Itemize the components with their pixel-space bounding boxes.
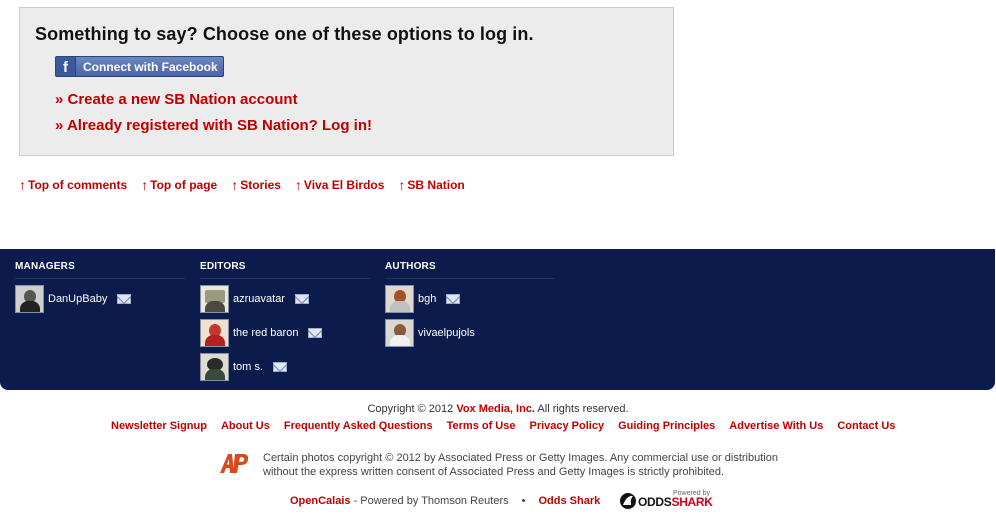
avatar[interactable] [200,353,229,381]
copyright-line: Copyright © 2012 Vox Media, Inc. All rig… [0,403,996,415]
member-row: vivaelpujols [385,319,555,347]
separator-bullet: • [521,495,526,507]
odds-shark-fin-icon [620,493,636,509]
vox-media-link[interactable]: Vox Media, Inc. [456,403,535,415]
link-label: Stories [240,178,281,192]
jump-links: ↑ Top of comments ↑ Top of page ↑ Stories ↑… [19,177,479,193]
editors-column: EDITORS azruavatar the red baron tom s. [200,261,370,381]
top-of-page-link[interactable]: ↑ Top of page [141,177,217,193]
associated-press-logo-icon [220,454,249,473]
faq-link[interactable]: Frequently Asked Questions [284,420,433,432]
authors-heading: AUTHORS [385,261,555,279]
masthead-panel: MANAGERS DanUpBaby EDITORS azruavatar th… [0,249,995,390]
facebook-button-label: Connect with Facebook [83,59,218,74]
link-label: Top of page [150,178,218,192]
email-icon[interactable] [117,294,132,304]
odds-shark-logo[interactable]: ODDSSHARK [638,495,713,509]
advertise-link[interactable]: Advertise With Us [729,420,823,432]
managers-column: MANAGERS DanUpBaby [15,261,185,313]
member-row: tom s. [200,353,370,381]
authors-column: AUTHORS bgh vivaelpujols [385,261,555,347]
managers-heading: MANAGERS [15,261,185,279]
email-icon[interactable] [308,328,323,338]
avatar[interactable] [385,285,414,313]
facebook-icon: f [56,57,76,76]
footer-links: Newsletter Signup About Us Frequently As… [111,420,909,432]
member-name[interactable]: DanUpBaby [48,293,107,305]
guiding-principles-link[interactable]: Guiding Principles [618,420,715,432]
up-arrow-icon: ↑ [141,177,149,193]
avatar[interactable] [200,319,229,347]
newsletter-signup-link[interactable]: Newsletter Signup [111,420,207,432]
photo-copyright-notice: Certain photos copyright © 2012 by Assoc… [263,451,778,479]
stories-link[interactable]: ↑ Stories [231,177,281,193]
email-icon[interactable] [294,294,309,304]
odds-shark-logo-shark: SHARK [671,495,713,509]
member-row: DanUpBaby [15,285,185,313]
member-name[interactable]: the red baron [233,327,298,339]
login-prompt-heading: Something to say? Choose one of these op… [35,24,534,44]
copyright-prefix: Copyright © 2012 [367,403,454,415]
login-options-box: Something to say? Choose one of these op… [19,7,674,156]
member-name[interactable]: azruavatar [233,293,285,305]
up-arrow-icon: ↑ [294,177,302,193]
member-row: azruavatar [200,285,370,313]
powered-by-line: OpenCalais - Powered by Thomson Reuters … [290,495,600,507]
member-row: the red baron [200,319,370,347]
photo-copyright-line-2: without the express written consent of A… [263,466,724,478]
member-name[interactable]: bgh [418,293,436,305]
connect-with-facebook-button[interactable]: f Connect with Facebook [55,56,224,77]
terms-of-use-link[interactable]: Terms of Use [447,420,516,432]
link-label: SB Nation [407,178,465,192]
link-label: Top of comments [28,178,128,192]
sb-nation-link[interactable]: ↑ SB Nation [398,177,464,193]
up-arrow-icon: ↑ [231,177,239,193]
contact-us-link[interactable]: Contact Us [837,420,895,432]
powered-by-thomson: - Powered by Thomson Reuters [353,495,509,507]
editors-heading: EDITORS [200,261,370,279]
up-arrow-icon: ↑ [19,177,26,193]
avatar[interactable] [200,285,229,313]
member-name[interactable]: tom s. [233,361,263,373]
up-arrow-icon: ↑ [398,177,406,193]
odds-shark-logo-odds: ODDS [638,495,672,509]
privacy-policy-link[interactable]: Privacy Policy [529,420,604,432]
avatar[interactable] [15,285,44,313]
viva-el-birdos-link[interactable]: ↑ Viva El Birdos [295,177,384,193]
odds-shark-link[interactable]: Odds Shark [538,495,600,507]
email-icon[interactable] [446,294,461,304]
member-row: bgh [385,285,555,313]
opencalais-link[interactable]: OpenCalais [290,495,351,507]
email-icon[interactable] [272,362,287,372]
top-of-comments-link[interactable]: ↑ Top of comments [19,177,127,193]
copyright-suffix: All rights reserved. [537,403,629,415]
about-us-link[interactable]: About Us [221,420,270,432]
member-name[interactable]: vivaelpujols [418,327,475,339]
avatar[interactable] [385,319,414,347]
create-account-link[interactable]: » Create a new SB Nation account [55,91,298,108]
link-label: Viva El Birdos [303,178,385,192]
login-link[interactable]: » Already registered with SB Nation? Log… [55,117,372,134]
photo-copyright-line-1: Certain photos copyright © 2012 by Assoc… [263,452,778,464]
page: Something to say? Choose one of these op… [0,0,996,525]
